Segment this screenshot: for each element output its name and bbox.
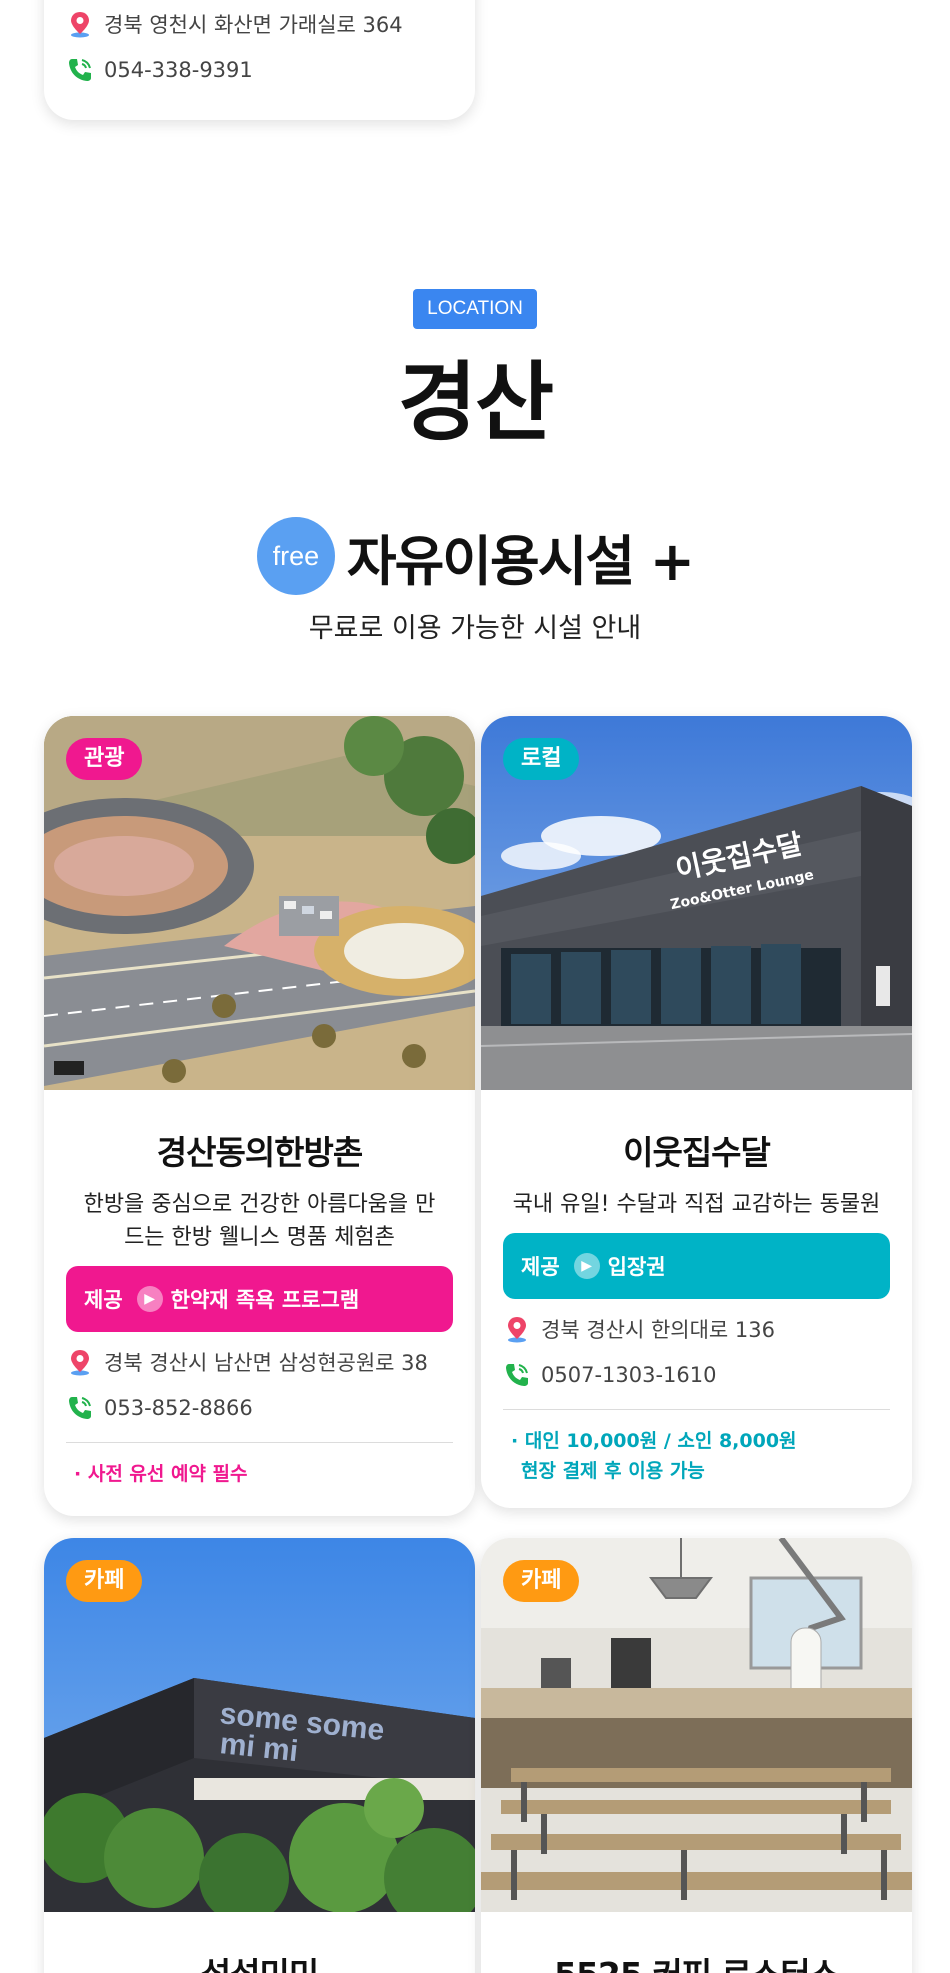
phone-icon bbox=[69, 1397, 91, 1419]
phone-row[interactable]: 0507-1303-1610 bbox=[503, 1359, 890, 1391]
note-line: · 대인 10,000원 / 소인 8,000원 bbox=[511, 1430, 797, 1452]
description-line: 한방을 중심으로 건강한 아름다움을 만 bbox=[83, 1192, 436, 1217]
address-row: 경북 경산시 남산면 삼성현공원로 38 bbox=[66, 1346, 453, 1378]
provide-value: 입장권 bbox=[607, 1255, 666, 1279]
facility-title: 이웃집수달 bbox=[623, 1133, 771, 1172]
description-line: 드는 한방 웰니스 명품 체험촌 bbox=[124, 1225, 395, 1250]
divider bbox=[66, 1442, 453, 1443]
category-badge: 카페 bbox=[66, 1560, 143, 1602]
facility-title: 경산동의한방촌 bbox=[156, 1133, 364, 1172]
location-badge: LOCATION bbox=[413, 289, 537, 329]
free-facilities-subtitle: 무료로 이용 가능한 시설 안내 bbox=[308, 613, 642, 644]
free-facilities-heading: free 자유이용시설 + bbox=[0, 514, 950, 598]
facility-card[interactable]: 카페 5525 커피 로스터스 bbox=[481, 1538, 912, 1973]
provide-label: 제공 bbox=[521, 1255, 560, 1279]
facility-card[interactable]: 관광 경산동의한방촌 한방을 중심으로 건강한 아름다움을 만 드는 한방 웰니… bbox=[44, 716, 475, 1516]
address-text: 경북 경산시 남산면 삼성현공원로 38 bbox=[104, 1351, 428, 1375]
prev-facility-card[interactable]: 경북 영천시 화산면 가래실로 364 054-338-9391 bbox=[44, 0, 475, 120]
category-badge: 카페 bbox=[503, 1560, 580, 1602]
provide-bar: 제공 ▶ 입장권 bbox=[503, 1233, 890, 1299]
chevron-right-icon: ▶ bbox=[573, 1253, 600, 1279]
provide-bar: 제공 ▶ 한약재 족욕 프로그램 bbox=[66, 1266, 453, 1332]
provide-value: 한약재 족욕 프로그램 bbox=[170, 1288, 360, 1312]
chevron-right-icon: ▶ bbox=[136, 1286, 163, 1312]
address-text: 경북 경산시 한의대로 136 bbox=[541, 1318, 775, 1342]
free-facilities-title: 자유이용시설 + bbox=[346, 529, 695, 593]
provide-label: 제공 bbox=[84, 1288, 123, 1312]
address-row: 경북 영천시 화산면 가래실로 364 bbox=[66, 8, 453, 40]
location-pin-icon bbox=[508, 1317, 526, 1343]
phone-row[interactable]: 053-852-8866 bbox=[66, 1392, 453, 1424]
phone-icon bbox=[69, 59, 91, 81]
phone-text: 054-338-9391 bbox=[104, 58, 253, 82]
location-pin-icon bbox=[71, 1350, 89, 1376]
address-text: 경북 영천시 화산면 가래실로 364 bbox=[104, 13, 403, 37]
note-line: · 사전 유선 예약 필수 bbox=[74, 1463, 248, 1485]
free-badge: free bbox=[256, 517, 335, 595]
category-badge: 로컬 bbox=[503, 738, 580, 780]
address-row: 경북 경산시 한의대로 136 bbox=[503, 1313, 890, 1345]
facility-card[interactable]: 이웃집수달 Zoo&Otter Lounge 로컬 이웃집수달 국내 유일! 수… bbox=[481, 716, 912, 1508]
phone-row: 054-338-9391 bbox=[66, 54, 453, 86]
facility-description: 국내 유일! 수달과 직접 교감하는 동물원 bbox=[503, 1188, 890, 1221]
location-pin-icon bbox=[71, 12, 89, 38]
facility-title: 섬섬미미 bbox=[66, 1948, 453, 1973]
facility-note: · 대인 10,000원 / 소인 8,000원 현장 결제 후 이용 가능 bbox=[503, 1426, 890, 1486]
phone-text: 053-852-8866 bbox=[104, 1396, 253, 1420]
phone-icon bbox=[506, 1364, 528, 1386]
facility-description: 한방을 중심으로 건강한 아름다움을 만 드는 한방 웰니스 명품 체험촌 bbox=[66, 1188, 453, 1254]
facility-title: 5525 커피 로스터스 bbox=[503, 1948, 890, 1973]
divider bbox=[503, 1409, 890, 1410]
phone-text: 0507-1303-1610 bbox=[541, 1363, 717, 1387]
description-line: 국내 유일! 수달과 직접 교감하는 동물원 bbox=[512, 1192, 881, 1217]
facility-card[interactable]: some some mi mi 카페 섬섬미미 bbox=[44, 1538, 475, 1973]
city-title: 경산 bbox=[397, 353, 554, 453]
facility-note: · 사전 유선 예약 필수 bbox=[66, 1459, 453, 1489]
note-line: 현장 결제 후 이용 가능 bbox=[521, 1460, 705, 1482]
category-badge: 관광 bbox=[66, 738, 143, 780]
